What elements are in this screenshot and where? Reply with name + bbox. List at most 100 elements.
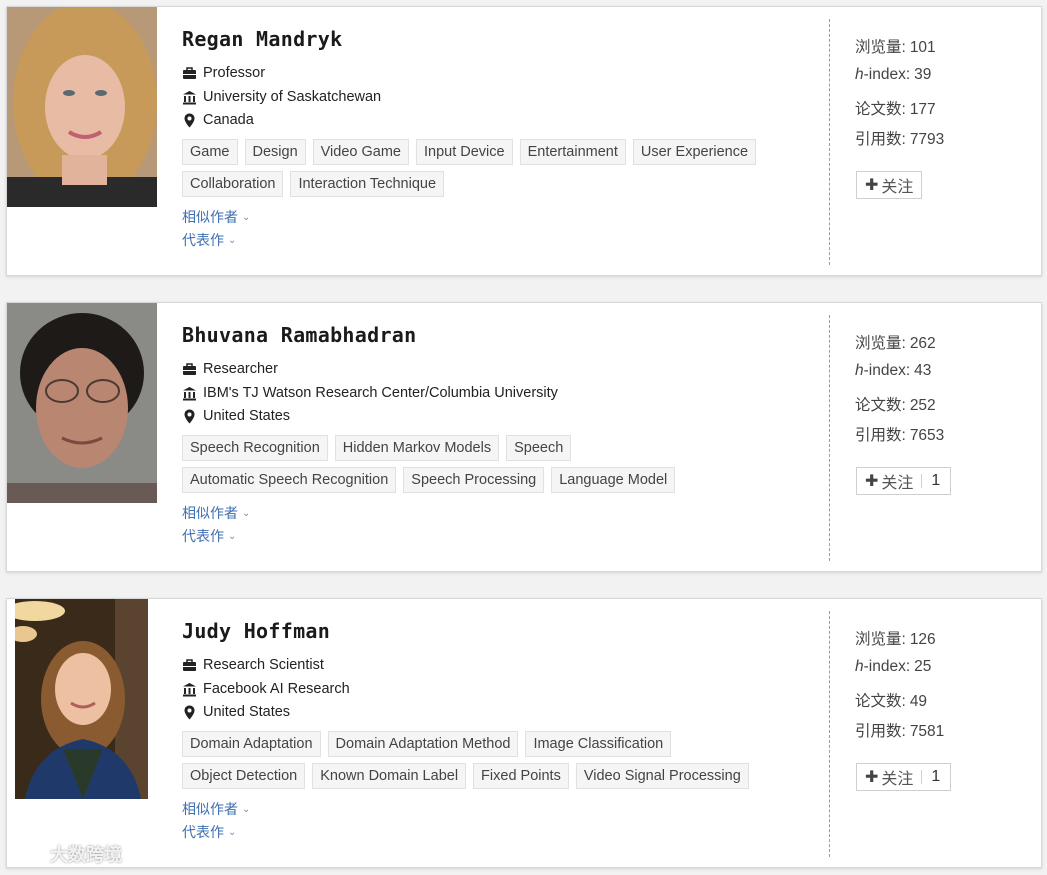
representative-works-link[interactable]: 代表作 ⌄: [182, 526, 236, 546]
briefcase-icon: [182, 362, 197, 377]
views-label: 浏览量:: [855, 631, 906, 648]
watermark: 大数跨境: [6, 840, 122, 867]
plus-icon: ✚: [865, 473, 879, 490]
location-pin-icon: [182, 113, 197, 128]
tag[interactable]: Image Classification: [525, 731, 672, 757]
citations-value: 7581: [909, 723, 945, 740]
h-index-label: h: [855, 66, 864, 83]
h-index-stat: h-index: 25: [855, 658, 931, 676]
citations-value: 7793: [909, 131, 945, 148]
country-text: United States: [203, 704, 291, 720]
papers-value: 252: [909, 397, 936, 414]
briefcase-icon: [182, 66, 197, 81]
plus-icon: ✚: [865, 177, 879, 194]
similar-authors-link[interactable]: 相似作者 ⌄: [182, 799, 250, 819]
views-label: 浏览量:: [855, 39, 906, 56]
papers-value: 49: [909, 693, 928, 710]
scholar-name[interactable]: Judy Hoffman: [182, 619, 330, 643]
tag[interactable]: Input Device: [415, 139, 513, 165]
avatar[interactable]: [7, 303, 157, 503]
affiliation-text: Facebook AI Research: [203, 681, 350, 697]
views-label: 浏览量:: [855, 335, 906, 352]
scholar-card: Bhuvana Ramabhadran Researcher IBM's TJ …: [6, 302, 1042, 572]
tag[interactable]: Hidden Markov Models: [334, 435, 500, 461]
citations-value: 7653: [909, 427, 945, 444]
similar-authors-link[interactable]: 相似作者 ⌄: [182, 207, 250, 227]
tag-list: Speech Recognition Hidden Markov Models …: [182, 435, 782, 499]
institution-icon: [182, 386, 197, 401]
chevron-down-icon: ⌄: [228, 530, 237, 542]
tag[interactable]: Interaction Technique: [290, 171, 445, 197]
institution-icon: [182, 90, 197, 105]
citations-label: 引用数:: [855, 427, 906, 444]
chevron-down-icon: ⌄: [228, 826, 237, 838]
watermark-logo-icon: [6, 840, 46, 867]
follow-label: 关注: [881, 179, 914, 196]
position-text: Researcher: [203, 361, 278, 377]
divider: [829, 611, 830, 857]
representative-works-label: 代表作: [182, 232, 224, 248]
tag[interactable]: Speech Processing: [403, 467, 545, 493]
tag[interactable]: Speech: [506, 435, 572, 461]
views-stat: 浏览量: 101: [855, 35, 936, 57]
tag[interactable]: Design: [244, 139, 306, 165]
h-index-label: h: [855, 658, 864, 675]
h-index-value: 43: [914, 362, 932, 379]
tag[interactable]: Domain Adaptation Method: [327, 731, 519, 757]
institution-icon: [182, 682, 197, 697]
separator: [921, 474, 923, 488]
follow-count: 1: [931, 768, 941, 785]
similar-authors-link[interactable]: 相似作者 ⌄: [182, 503, 250, 523]
tag[interactable]: Object Detection: [182, 763, 306, 789]
plus-icon: ✚: [865, 769, 879, 786]
tag-list: Game Design Video Game Input Device Ente…: [182, 139, 782, 203]
tag[interactable]: Domain Adaptation: [182, 731, 321, 757]
h-index-suffix: -index:: [863, 362, 911, 379]
location-pin-icon: [182, 409, 197, 424]
scholar-card: Regan Mandryk Professor University of Sa…: [6, 6, 1042, 276]
h-index-value: 39: [914, 66, 932, 83]
tag[interactable]: Automatic Speech Recognition: [182, 467, 397, 493]
tag[interactable]: Language Model: [551, 467, 676, 493]
similar-authors-label: 相似作者: [182, 209, 238, 225]
follow-button[interactable]: ✚ 关注 1: [856, 467, 952, 495]
papers-label: 论文数:: [855, 693, 906, 710]
citations-stat: 引用数: 7793: [855, 127, 944, 149]
tag[interactable]: Game: [182, 139, 238, 165]
representative-works-label: 代表作: [182, 824, 224, 840]
position-text: Research Scientist: [203, 657, 324, 673]
follow-button[interactable]: ✚ 关注: [856, 171, 923, 199]
similar-authors-label: 相似作者: [182, 801, 238, 817]
citations-stat: 引用数: 7581: [855, 719, 944, 741]
tag[interactable]: Video Game: [312, 139, 409, 165]
chevron-down-icon: ⌄: [242, 507, 251, 519]
divider: [829, 19, 830, 265]
papers-stat: 论文数: 252: [855, 393, 936, 415]
tag[interactable]: Collaboration: [182, 171, 284, 197]
avatar[interactable]: [7, 7, 157, 207]
affiliation-text: University of Saskatchewan: [203, 89, 382, 105]
tag[interactable]: Entertainment: [519, 139, 626, 165]
country-row: United States: [182, 704, 290, 720]
tag[interactable]: Speech Recognition: [182, 435, 328, 461]
papers-stat: 论文数: 49: [855, 689, 927, 711]
position-text: Professor: [203, 65, 266, 81]
tag[interactable]: Fixed Points: [473, 763, 569, 789]
avatar[interactable]: [15, 599, 148, 799]
tag[interactable]: Video Signal Processing: [575, 763, 749, 789]
views-value: 126: [909, 631, 936, 648]
position-row: Researcher: [182, 361, 278, 377]
papers-label: 论文数:: [855, 397, 906, 414]
citations-stat: 引用数: 7653: [855, 423, 944, 445]
representative-works-link[interactable]: 代表作 ⌄: [182, 230, 236, 250]
tag[interactable]: Known Domain Label: [312, 763, 467, 789]
follow-button[interactable]: ✚ 关注 1: [856, 763, 952, 791]
scholar-name[interactable]: Regan Mandryk: [182, 27, 342, 51]
papers-label: 论文数:: [855, 101, 906, 118]
representative-works-link[interactable]: 代表作 ⌄: [182, 822, 236, 842]
country-row: United States: [182, 408, 290, 424]
scholar-name[interactable]: Bhuvana Ramabhadran: [182, 323, 416, 347]
h-index-label: h: [855, 362, 864, 379]
tag[interactable]: User Experience: [632, 139, 757, 165]
affiliation-text: IBM's TJ Watson Research Center/Columbia…: [203, 385, 558, 401]
